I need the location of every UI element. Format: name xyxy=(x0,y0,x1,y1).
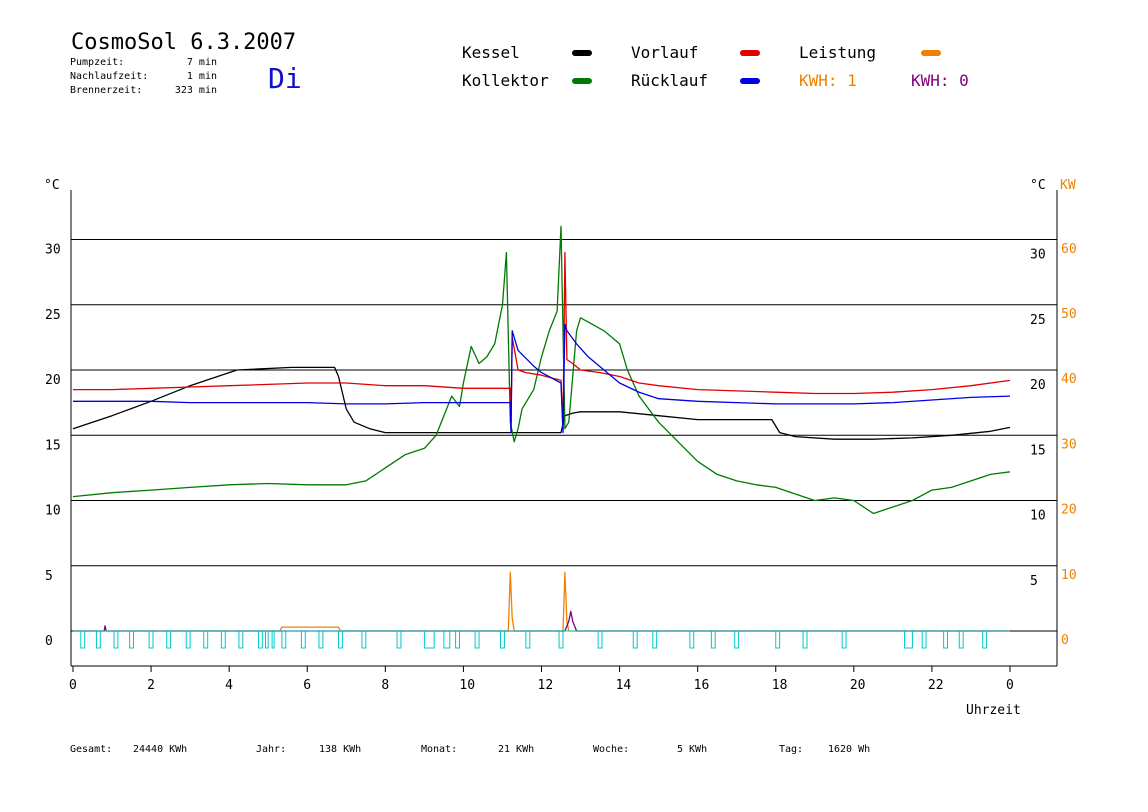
y-axis-unit-right: °C xyxy=(1030,178,1046,193)
pump-interval-28 xyxy=(652,630,658,649)
temperature-chart: °C °C KW0510152025305101520253001020304050… xyxy=(44,178,1077,718)
y-tick-left-30: 30 xyxy=(45,243,61,258)
pump-interval-18 xyxy=(396,630,402,649)
y-tick-right-10: 10 xyxy=(1030,509,1046,524)
y2-tick-60: 60 xyxy=(1061,242,1077,257)
footer-tag-label: Tag: xyxy=(779,744,804,755)
pump-interval-15 xyxy=(318,630,324,649)
x-tick-4: 4 xyxy=(225,678,233,693)
pump-interval-39 xyxy=(982,630,988,649)
pump-interval-0 xyxy=(80,630,86,649)
y2-tick-30: 30 xyxy=(1061,437,1077,452)
y-axis-unit-left: °C xyxy=(44,178,60,193)
pump-interval-2 xyxy=(113,630,119,649)
x-tick-0: 0 xyxy=(69,678,77,693)
pump-interval-13 xyxy=(281,630,287,649)
x-tick-12: 12 xyxy=(538,678,554,693)
footer-gesamt-label: Gesamt: xyxy=(70,744,113,755)
series-line-kwh-0 xyxy=(73,610,1010,632)
pump-interval-8 xyxy=(220,630,226,649)
y-tick-right-25: 25 xyxy=(1030,313,1046,328)
pump-interval-6 xyxy=(185,630,191,649)
pump-interval-23 xyxy=(500,630,505,649)
footer-woche-value: 5 KWh xyxy=(677,744,708,755)
pump-interval-27 xyxy=(632,630,638,649)
pump-interval-16 xyxy=(337,630,343,649)
footer-woche-label: Woche: xyxy=(593,744,630,755)
y2-axis-unit: KW xyxy=(1060,178,1076,193)
pump-interval-11 xyxy=(264,630,269,649)
pump-interval-21 xyxy=(455,630,461,649)
pump-interval-7 xyxy=(203,630,209,649)
y-tick-right-30: 30 xyxy=(1030,248,1046,263)
pump-interval-30 xyxy=(710,630,716,649)
footer-monat-value: 21 KWh xyxy=(498,744,535,755)
pump-interval-9 xyxy=(238,630,244,649)
x-tick-20: 20 xyxy=(850,678,866,693)
x-tick-8: 8 xyxy=(381,678,389,693)
x-tick-22: 22 xyxy=(928,678,944,693)
y-tick-right-15: 15 xyxy=(1030,443,1046,458)
y2-tick-20: 20 xyxy=(1061,503,1077,518)
pump-interval-3 xyxy=(129,630,135,649)
x-tick-14: 14 xyxy=(616,678,632,693)
x-axis-label: Uhrzeit xyxy=(966,703,1021,718)
x-tick-6: 6 xyxy=(303,678,311,693)
footer-monat-label: Monat: xyxy=(421,744,458,755)
pump-interval-25 xyxy=(558,630,564,649)
pump-interval-1 xyxy=(95,630,101,649)
y-tick-left-20: 20 xyxy=(45,373,61,388)
y-tick-left-25: 25 xyxy=(45,308,61,323)
pump-interval-34 xyxy=(841,630,847,649)
pump-interval-35 xyxy=(904,630,913,649)
pump-interval-38 xyxy=(958,630,964,649)
x-tick-24: 0 xyxy=(1006,678,1014,693)
x-tick-2: 2 xyxy=(147,678,155,693)
pump-interval-5 xyxy=(166,630,172,649)
y2-tick-10: 10 xyxy=(1061,568,1077,583)
footer-jahr-label: Jahr: xyxy=(256,744,287,755)
y-tick-right-20: 20 xyxy=(1030,378,1046,393)
pump-interval-17 xyxy=(361,630,367,649)
pump-interval-31 xyxy=(734,630,740,649)
series-line-leistung xyxy=(73,571,1010,632)
y2-tick-0: 0 xyxy=(1061,633,1069,648)
pump-interval-36 xyxy=(921,630,927,649)
y-tick-left-10: 10 xyxy=(45,504,61,519)
footer-jahr-value: 138 KWh xyxy=(319,744,362,755)
pump-interval-37 xyxy=(943,630,949,649)
x-tick-18: 18 xyxy=(772,678,788,693)
y2-tick-40: 40 xyxy=(1061,372,1077,387)
y2-tick-50: 50 xyxy=(1061,307,1077,322)
pump-interval-4 xyxy=(148,630,154,649)
y-tick-right-5: 5 xyxy=(1030,574,1038,589)
y-tick-left-0: 0 xyxy=(45,634,53,649)
pump-interval-12 xyxy=(271,630,275,649)
pump-interval-20 xyxy=(443,630,451,649)
pump-interval-26 xyxy=(597,630,603,649)
pump-interval-33 xyxy=(802,630,808,649)
footer-tag-value: 1620 Wh xyxy=(828,744,871,755)
pump-interval-19 xyxy=(423,630,435,649)
x-tick-10: 10 xyxy=(459,678,475,693)
pump-interval-29 xyxy=(689,630,695,649)
pump-interval-14 xyxy=(300,630,306,649)
pump-interval-32 xyxy=(775,630,781,649)
pump-interval-10 xyxy=(257,630,263,649)
footer-gesamt-value: 24440 KWh xyxy=(133,744,188,755)
pump-interval-22 xyxy=(474,630,480,649)
x-tick-16: 16 xyxy=(694,678,710,693)
y-tick-left-15: 15 xyxy=(45,438,61,453)
pump-interval-24 xyxy=(525,630,531,649)
y-tick-left-5: 5 xyxy=(45,569,53,584)
